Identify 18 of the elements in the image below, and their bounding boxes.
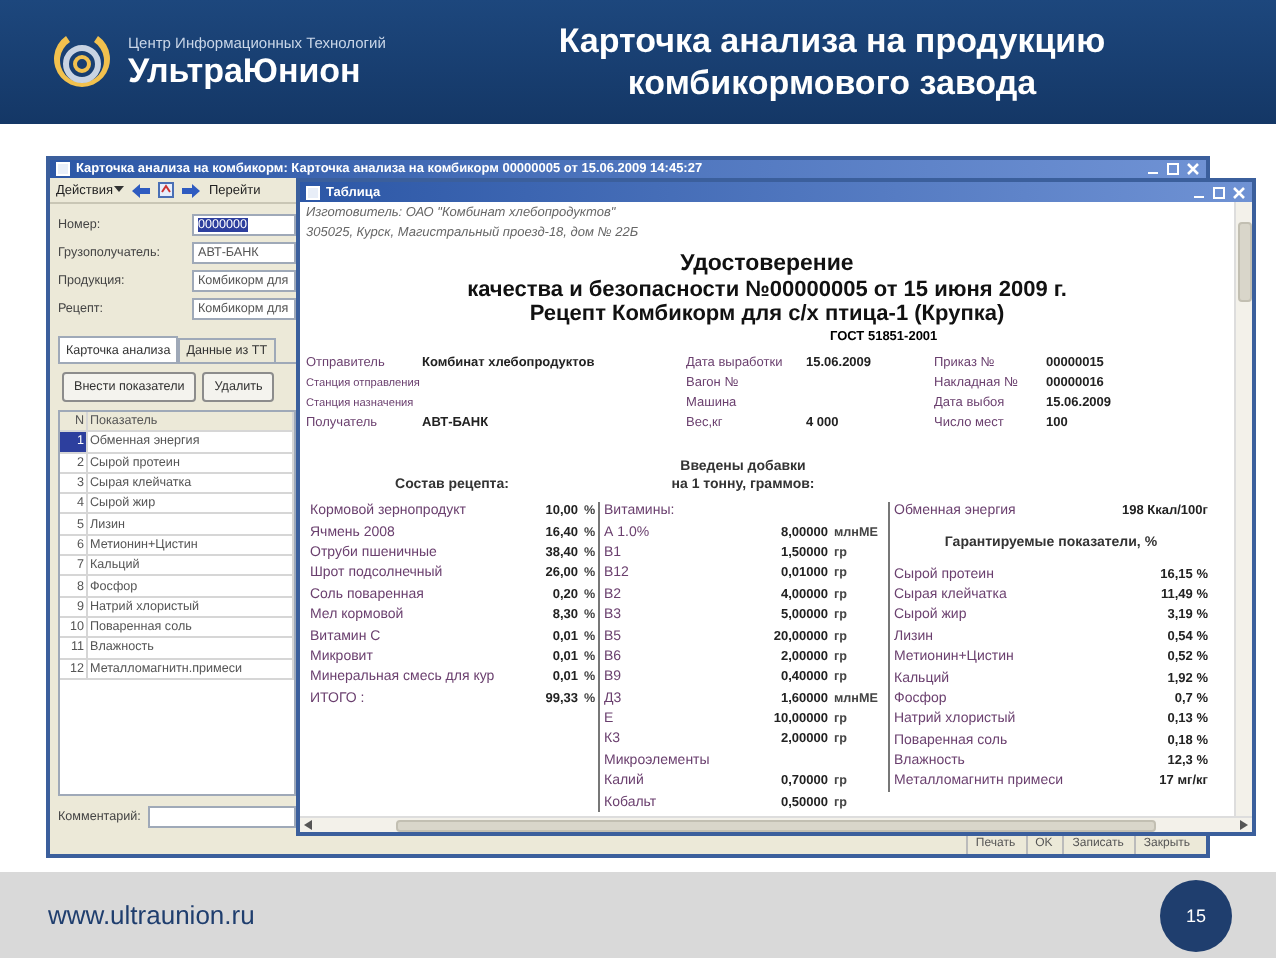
slide-title: Карточка анализа на продукцию комбикормового завода xyxy=(556,19,1108,105)
caret-icon xyxy=(114,186,125,194)
logo-name: УльтраЮнион xyxy=(128,51,363,91)
window-icon xyxy=(56,162,70,176)
website-link[interactable]: www.ultraunion.ru xyxy=(48,900,255,930)
close-icon[interactable] xyxy=(1186,162,1200,176)
maximize-icon[interactable] xyxy=(1212,185,1226,199)
report-heading: Удостоверение xyxy=(678,252,856,277)
report-heading: Рецепт Комбикорм для с/х птица-1 (Крупка) xyxy=(527,302,1007,327)
scroll-left-icon[interactable] xyxy=(304,820,312,830)
page-number: 15 xyxy=(1160,879,1232,951)
report-heading: качества и безопасности №00000005 от 15 июня 2009 г. xyxy=(465,277,1069,302)
close-icon[interactable] xyxy=(1232,185,1246,199)
scroll-right-icon[interactable] xyxy=(1240,820,1248,830)
arrow-left-icon[interactable] xyxy=(132,183,151,197)
comment-field[interactable] xyxy=(148,806,296,828)
arrow-right-icon[interactable] xyxy=(182,183,201,197)
maximize-icon[interactable] xyxy=(1166,162,1180,176)
